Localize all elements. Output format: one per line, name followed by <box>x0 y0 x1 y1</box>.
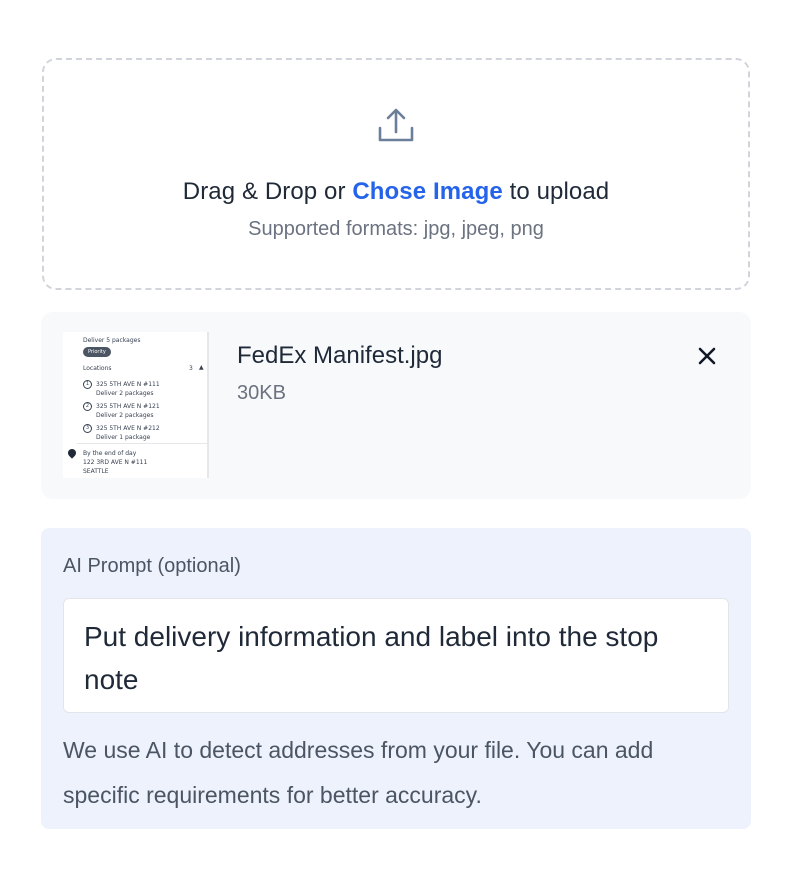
thumbnail-stop-address: 325 5TH AVE N #111 <box>96 381 160 388</box>
thumbnail-stop-note: Deliver 2 packages <box>96 390 154 397</box>
thumbnail-footer-address: 122 3RD AVE N #111 <box>83 459 148 466</box>
prompt-label: AI Prompt (optional) <box>63 555 241 577</box>
uploaded-file-card: Deliver 5 packages Priority Locations 3 … <box>41 312 751 499</box>
thumbnail-count: 3 <box>189 365 193 372</box>
thumbnail-stop-note: Deliver 1 package <box>96 434 151 441</box>
prompt-help-text: We use AI to detect addresses from your … <box>63 737 654 808</box>
drop-instructions: Drag & Drop or Chose Image to upload <box>183 178 609 206</box>
upload-icon <box>378 108 414 142</box>
location-pin-icon <box>66 447 78 459</box>
thumbnail-stop-number: 1 <box>83 380 92 389</box>
ai-prompt-panel: AI Prompt (optional) Put delivery inform… <box>41 528 751 829</box>
choose-image-link[interactable]: Chose Image <box>352 178 502 205</box>
file-size: 30KB <box>237 382 286 404</box>
upload-suffix-text: to upload <box>502 178 610 205</box>
thumbnail-stop-number: 3 <box>83 424 92 433</box>
file-thumbnail: Deliver 5 packages Priority Locations 3 … <box>63 332 209 478</box>
thumbnail-line: Deliver 5 packages <box>83 337 141 344</box>
thumbnail-stop-address: 325 5TH AVE N #212 <box>96 425 160 432</box>
thumbnail-stop-address: 325 5TH AVE N #121 <box>96 403 160 410</box>
thumbnail-footer-city: SEATTLE <box>83 468 109 475</box>
ai-prompt-input[interactable]: Put delivery information and label into … <box>63 598 729 713</box>
thumbnail-footer-time: By the end of day <box>83 450 137 457</box>
thumbnail-section: Locations <box>83 365 112 372</box>
file-name: FedEx Manifest.jpg <box>237 342 443 369</box>
thumbnail-caret-icon: ▲ <box>199 364 204 371</box>
supported-formats: Supported formats: jpg, jpeg, png <box>248 218 544 240</box>
upload-dropzone[interactable]: Drag & Drop or Chose Image to upload Sup… <box>42 58 750 290</box>
thumbnail-badge: Priority <box>83 347 111 357</box>
close-icon[interactable] <box>693 342 721 370</box>
thumbnail-scrollbar <box>207 332 209 478</box>
thumbnail-stop-note: Deliver 2 packages <box>96 412 154 419</box>
thumbnail-stop-number: 2 <box>83 402 92 411</box>
drag-drop-text: Drag & Drop or <box>182 178 353 205</box>
thumbnail-divider <box>77 443 207 444</box>
